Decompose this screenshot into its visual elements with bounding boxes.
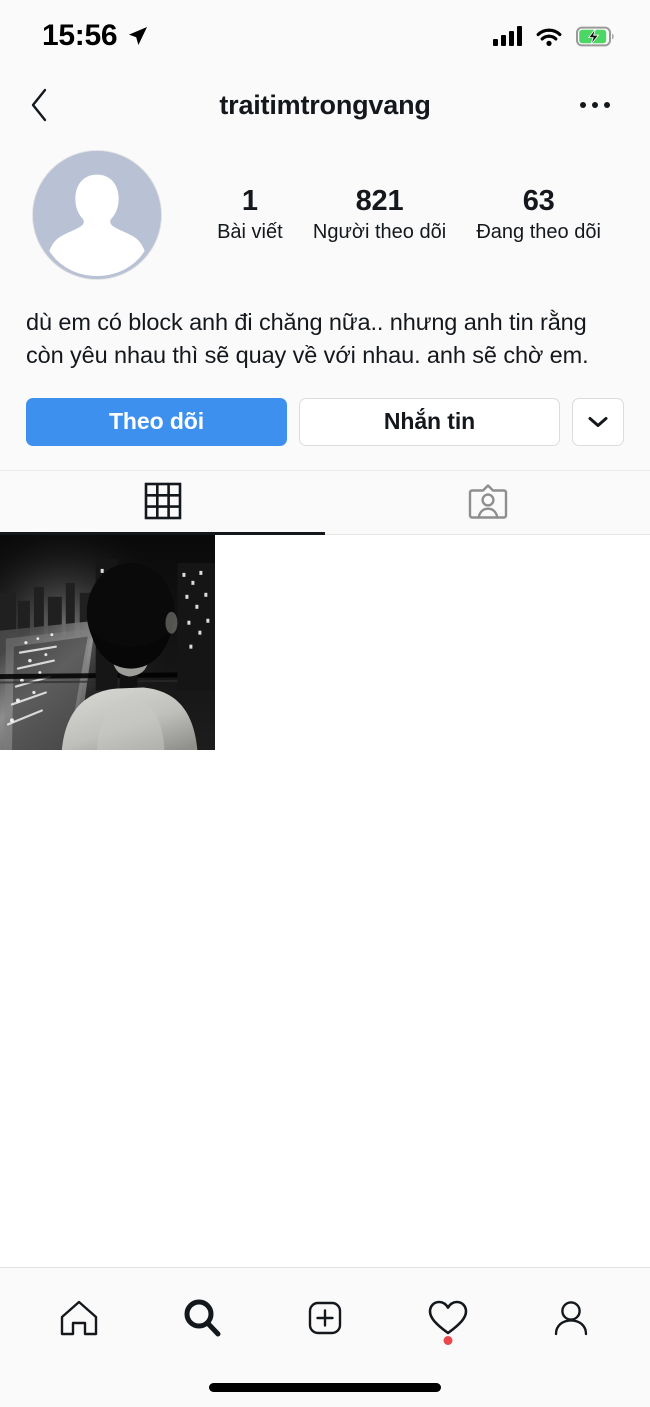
home-icon	[61, 1300, 98, 1335]
profile-stats: 1 Bài viết 821 Người theo dõi 63 Đang th…	[162, 184, 626, 246]
plus-square-icon	[308, 1301, 342, 1334]
profile-tabs	[0, 469, 650, 535]
more-options-button[interactable]	[570, 83, 620, 127]
stat-value: 1	[241, 184, 258, 217]
tab-grid[interactable]	[0, 471, 325, 535]
nav-profile-button[interactable]	[536, 1283, 606, 1353]
stat-posts[interactable]: 1 Bài viết	[213, 184, 287, 246]
battery-charging-icon	[576, 26, 614, 46]
profile-bio: dù em có block anh đi chăng nữa.. nhưng …	[26, 309, 589, 368]
profile-header-row: 1 Bài viết 821 Người theo dõi 63 Đang th…	[0, 138, 650, 280]
nav-add-post-button[interactable]	[290, 1283, 360, 1353]
chevron-down-icon	[588, 416, 608, 427]
person-icon	[554, 1300, 587, 1335]
more-dot	[580, 102, 586, 108]
status-bar-left: 15:56	[42, 19, 150, 53]
cellular-signal-icon	[493, 26, 522, 46]
heart-icon	[428, 1300, 468, 1334]
stat-label: Đang theo dõi	[476, 221, 601, 244]
more-actions-button[interactable]	[572, 397, 624, 446]
nav-activity-button[interactable]	[413, 1283, 483, 1353]
more-dot	[592, 102, 598, 108]
home-indicator-area	[0, 1367, 650, 1407]
stat-following[interactable]: 63 Đang theo dõi	[472, 184, 605, 246]
post-image	[0, 534, 216, 751]
post-placeholder	[217, 534, 433, 751]
grid-icon	[144, 482, 181, 520]
tagged-person-icon	[468, 484, 507, 519]
bottom-navigation-bar	[0, 1267, 650, 1367]
stat-value: 821	[355, 184, 404, 217]
search-icon	[184, 1299, 221, 1336]
navigation-header: traitimtrongvang	[0, 72, 650, 138]
empty-content-area	[0, 750, 650, 1267]
page-title: traitimtrongvang	[219, 89, 431, 120]
activity-badge	[443, 1335, 453, 1345]
default-avatar-icon	[33, 151, 161, 279]
wifi-icon	[536, 28, 562, 46]
follow-button[interactable]: Theo dõi	[26, 397, 287, 446]
posts-grid	[0, 534, 650, 751]
post-placeholder	[434, 534, 650, 751]
more-dot	[604, 102, 610, 108]
nav-search-button[interactable]	[167, 1283, 237, 1353]
instagram-profile-screen: 15:56 traitimtrongvang 1 Bài viết 821 Ng…	[0, 0, 650, 1407]
chevron-left-icon	[31, 88, 47, 122]
stat-value: 63	[522, 184, 555, 217]
location-arrow-icon	[129, 27, 148, 45]
avatar[interactable]	[32, 150, 162, 280]
status-time: 15:56	[42, 19, 118, 52]
nav-home-button[interactable]	[44, 1283, 114, 1353]
profile-actions: Theo dõi Nhắn tin	[0, 372, 650, 470]
status-bar: 15:56	[0, 0, 650, 72]
status-bar-right	[493, 26, 616, 47]
stat-label: Người theo dõi	[312, 221, 447, 244]
post-thumbnail[interactable]	[0, 534, 216, 751]
stat-followers[interactable]: 821 Người theo dõi	[309, 184, 450, 246]
profile-section: 1 Bài viết 821 Người theo dõi 63 Đang th…	[0, 138, 650, 470]
message-button[interactable]: Nhắn tin	[299, 397, 560, 446]
stat-label: Bài viết	[217, 221, 283, 244]
home-indicator-bar[interactable]	[209, 1382, 441, 1392]
tab-tagged[interactable]	[325, 471, 650, 535]
back-button[interactable]	[26, 83, 70, 127]
